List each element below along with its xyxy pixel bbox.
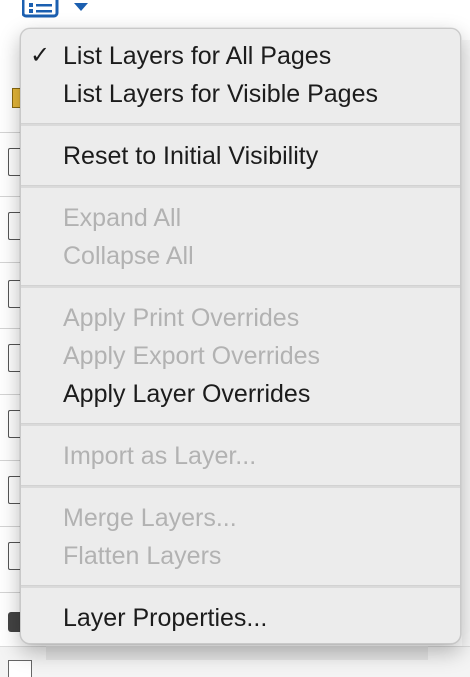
menu-item-collapse-all: Collapse All <box>21 237 460 275</box>
menu-item-label: Import as Layer... <box>63 442 257 470</box>
chevron-down-icon[interactable] <box>72 2 90 12</box>
menu-item-merge-layers: Merge Layers... <box>21 499 460 537</box>
layers-options-menu: ✓ List Layers for All Pages List Layers … <box>20 28 461 644</box>
menu-separator <box>21 285 460 288</box>
menu-item-label: Apply Print Overrides <box>63 304 300 332</box>
menu-separator <box>21 123 460 126</box>
menu-item-flatten-layers: Flatten Layers <box>21 537 460 575</box>
menu-item-list-layers-visible-pages[interactable]: List Layers for Visible Pages <box>21 75 460 113</box>
menu-separator <box>21 423 460 426</box>
menu-item-layer-properties[interactable]: Layer Properties... <box>21 599 460 637</box>
menu-item-reset-initial-visibility[interactable]: Reset to Initial Visibility <box>21 137 460 175</box>
panel-right-edge <box>462 40 470 676</box>
menu-item-label: List Layers for All Pages <box>63 42 332 70</box>
menu-separator <box>21 185 460 188</box>
panel-bottom-row <box>46 646 428 660</box>
menu-item-apply-print-overrides: Apply Print Overrides <box>21 299 460 337</box>
menu-item-label: Flatten Layers <box>63 542 222 570</box>
layers-options-button[interactable] <box>22 0 64 18</box>
menu-item-label: Reset to Initial Visibility <box>63 142 319 170</box>
menu-item-apply-layer-overrides[interactable]: Apply Layer Overrides <box>21 375 460 413</box>
menu-item-apply-export-overrides: Apply Export Overrides <box>21 337 460 375</box>
layer-visibility-checkbox[interactable] <box>8 660 32 677</box>
menu-separator <box>21 485 460 488</box>
menu-item-label: Apply Export Overrides <box>63 342 321 370</box>
menu-item-label: List Layers for Visible Pages <box>63 80 378 108</box>
menu-separator <box>21 585 460 588</box>
menu-item-label: Merge Layers... <box>63 504 237 532</box>
menu-item-label: Layer Properties... <box>63 604 268 632</box>
menu-item-list-layers-all-pages[interactable]: ✓ List Layers for All Pages <box>21 37 460 75</box>
menu-item-import-as-layer: Import as Layer... <box>21 437 460 475</box>
menu-item-expand-all: Expand All <box>21 199 460 237</box>
checkmark-icon: ✓ <box>30 42 51 69</box>
list-icon <box>22 0 59 18</box>
menu-item-label: Collapse All <box>63 242 194 270</box>
menu-item-label: Expand All <box>63 204 182 232</box>
menu-item-label: Apply Layer Overrides <box>63 380 311 408</box>
